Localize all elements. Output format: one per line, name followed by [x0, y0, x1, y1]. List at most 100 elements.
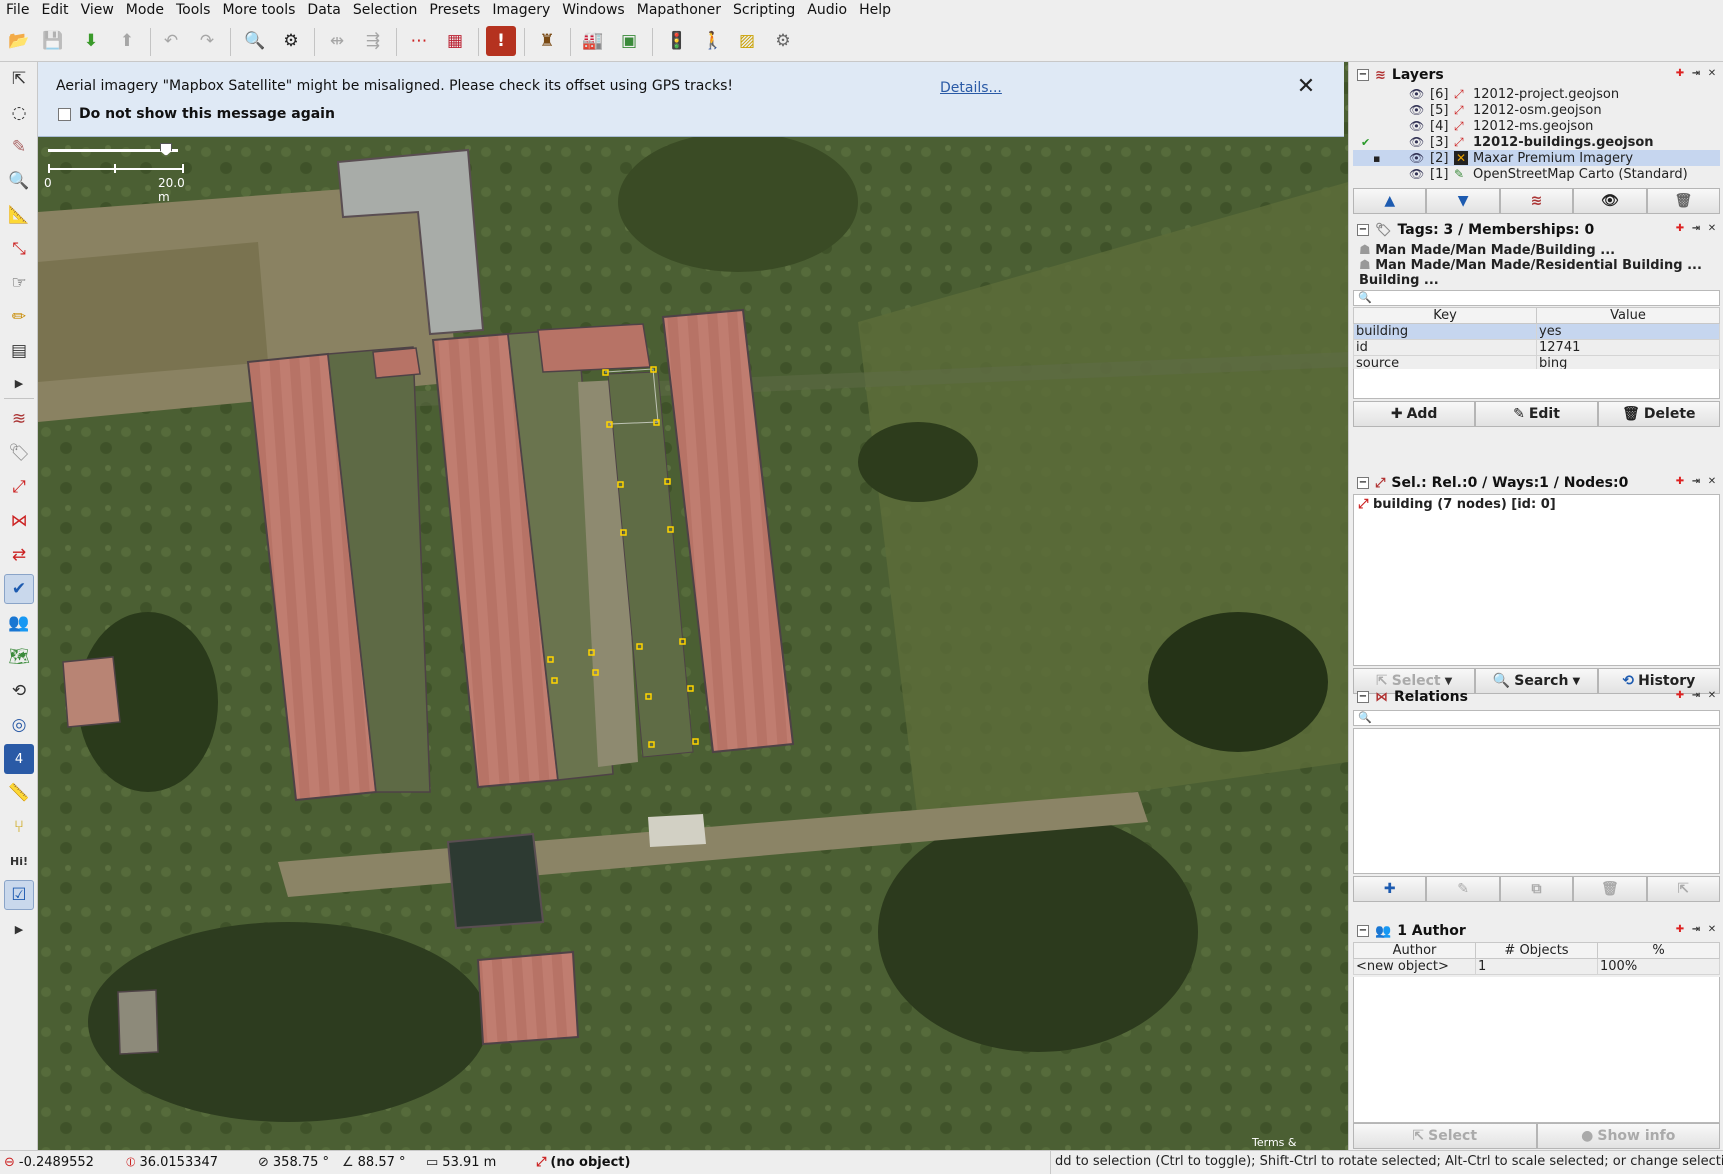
move-down-icon[interactable]: ▼ [1426, 188, 1500, 214]
undock-icon[interactable]: ⇥ [1690, 68, 1702, 80]
layer-row[interactable]: 👁 [1] ✎ OpenStreetMap Carto (Standard) [1353, 166, 1720, 182]
zoom-slider[interactable] [48, 149, 178, 152]
draw-icon[interactable]: ✎ [4, 132, 34, 162]
checkbox-box[interactable] [58, 107, 71, 121]
map-view[interactable]: Aerial imagery "Mapbox Satellite" might … [38, 62, 1348, 1150]
delete-relation-icon[interactable]: 🗑 [1573, 876, 1647, 902]
hi-icon[interactable]: Hi! [4, 846, 34, 876]
move-up-icon[interactable]: ▲ [1353, 188, 1427, 214]
close-icon[interactable]: ✕ [1294, 74, 1318, 99]
layer-row[interactable]: 👁 [4] ⤢ 12012-ms.geojson [1353, 118, 1720, 134]
visibility-eye-icon[interactable]: 👁 [1409, 135, 1424, 149]
menu-more-tools[interactable]: More tools [216, 0, 301, 20]
tags-toggle-icon[interactable]: 🏷 [4, 438, 34, 468]
menu-help[interactable]: Help [853, 0, 897, 20]
tag-search-input[interactable]: 🔍 [1353, 290, 1720, 306]
merge-layer-icon[interactable]: ≋ [1499, 188, 1574, 214]
undock-icon[interactable]: ⇥ [1690, 924, 1702, 936]
parallel-icon[interactable]: ☞ [4, 268, 34, 298]
menu-mode[interactable]: Mode [120, 0, 170, 20]
undock-icon[interactable]: ⇥ [1690, 690, 1702, 702]
table-row[interactable]: <new object> 1 100% [1353, 958, 1720, 975]
tag-value[interactable]: 12741 [1536, 339, 1720, 356]
download-icon[interactable]: ⬇ [76, 26, 106, 56]
visibility-eye-icon[interactable]: 👁 [1409, 167, 1424, 181]
visibility-eye-icon[interactable]: 👁 [1409, 151, 1424, 165]
gear-icon[interactable]: ⚙ [768, 26, 798, 56]
author-column-header[interactable]: Author [1353, 942, 1476, 959]
table-row[interactable]: id 12741 [1353, 339, 1720, 356]
details-link[interactable]: Details... [940, 80, 1002, 96]
menu-edit[interactable]: Edit [35, 0, 74, 20]
edit-tag-button[interactable]: ✎ Edit [1475, 401, 1598, 427]
ruler-icon[interactable]: 📐 [4, 200, 34, 230]
tag-key[interactable]: id [1353, 339, 1537, 356]
lasso-icon[interactable]: ◌ [4, 98, 34, 128]
value-column-header[interactable]: Value [1536, 307, 1720, 324]
preset-link[interactable]: Building ... [1359, 273, 1439, 288]
menu-tools[interactable]: Tools [170, 0, 217, 20]
close-panel-icon[interactable]: ✕ [1706, 68, 1718, 80]
align-line-icon[interactable]: ⋯ [404, 26, 434, 56]
relation-search-input[interactable]: 🔍 [1353, 710, 1720, 726]
terms-link[interactable]: Terms & Feedback [1252, 1136, 1348, 1150]
castle-icon[interactable]: ♜ [532, 26, 562, 56]
preferences-icon[interactable]: ⚙ [276, 26, 306, 56]
imagery-offset-icon[interactable]: ▣ [614, 26, 644, 56]
more-dialogs-icon[interactable]: ▶ [4, 914, 34, 944]
crossing-icon[interactable]: ▨ [732, 26, 762, 56]
menu-audio[interactable]: Audio [801, 0, 853, 20]
collapse-icon[interactable]: − [1357, 477, 1369, 489]
menu-data[interactable]: Data [301, 0, 346, 20]
more-modes-icon[interactable]: ▶ [4, 368, 34, 398]
tag-value[interactable]: yes [1536, 323, 1720, 340]
zoom-slider-knob[interactable] [160, 143, 172, 156]
zoom-icon[interactable]: 🔍 [240, 26, 270, 56]
layer-row[interactable]: 👁 [5] ⤢ 12012-osm.geojson [1353, 102, 1720, 118]
undo-icon[interactable]: ↶ [156, 26, 186, 56]
author-name[interactable]: <new object> [1353, 958, 1476, 975]
list-item[interactable]: ⤢ building (7 nodes) [id: 0] [1358, 497, 1556, 512]
layer-row[interactable]: ▪ 👁 [2] ✕ Maxar Premium Imagery [1353, 150, 1720, 166]
author-percent[interactable]: 100% [1597, 958, 1720, 975]
objects-column-header[interactable]: # Objects [1475, 942, 1598, 959]
traffic-light-icon[interactable]: 🚦 [662, 26, 692, 56]
menu-scripting[interactable]: Scripting [727, 0, 801, 20]
zoom-mode-icon[interactable]: 🔍 [4, 166, 34, 196]
help-icon[interactable]: ✚ [1674, 223, 1686, 235]
help-icon[interactable]: ✚ [1674, 476, 1686, 488]
pencil-icon[interactable]: ✏ [4, 302, 34, 332]
validation-results-icon[interactable]: ✔ [4, 574, 34, 604]
conflict-icon[interactable]: ⇄ [4, 540, 34, 570]
menu-windows[interactable]: Windows [556, 0, 631, 20]
menu-presets[interactable]: Presets [423, 0, 486, 20]
factory-icon[interactable]: 🏭 [578, 26, 608, 56]
building-icon[interactable]: ▤ [4, 336, 34, 366]
close-panel-icon[interactable]: ✕ [1706, 690, 1718, 702]
undock-icon[interactable]: ⇥ [1690, 223, 1702, 235]
history-toggle-icon[interactable]: ⟲ [4, 676, 34, 706]
improve-way-icon[interactable]: ⤡ [4, 234, 34, 264]
selection-toggle-icon[interactable]: ⤢ [4, 472, 34, 502]
measure-icon[interactable]: 📏 [4, 778, 34, 808]
dont-show-again-checkbox[interactable]: Do not show this message again [58, 106, 335, 122]
menu-selection[interactable]: Selection [347, 0, 424, 20]
collapse-icon[interactable]: − [1357, 69, 1369, 81]
relations-toggle-icon[interactable]: ⋈ [4, 506, 34, 536]
author-objects[interactable]: 1 [1475, 958, 1598, 975]
edit-relation-icon[interactable]: ✎ [1426, 876, 1500, 902]
close-panel-icon[interactable]: ✕ [1706, 476, 1718, 488]
upload-icon[interactable]: ⬆ [112, 26, 142, 56]
duplicate-relation-icon[interactable]: ⧉ [1499, 876, 1574, 902]
visibility-eye-icon[interactable]: 👁 [1409, 87, 1424, 101]
notes-icon[interactable]: 4 [4, 744, 34, 774]
tune-icon[interactable]: ⑂ [4, 812, 34, 842]
open-file-icon[interactable]: 📂 [4, 26, 34, 56]
select-authors-button[interactable]: ⇱ Select [1353, 1123, 1537, 1149]
add-relation-icon[interactable]: ✚ [1353, 876, 1427, 902]
split-way-icon[interactable]: ⇹ [322, 26, 352, 56]
delete-tag-button[interactable]: 🗑 Delete [1597, 401, 1720, 427]
key-column-header[interactable]: Key [1353, 307, 1537, 324]
select-mode-icon[interactable]: ⇱ [4, 64, 34, 94]
close-panel-icon[interactable]: ✕ [1706, 924, 1718, 936]
